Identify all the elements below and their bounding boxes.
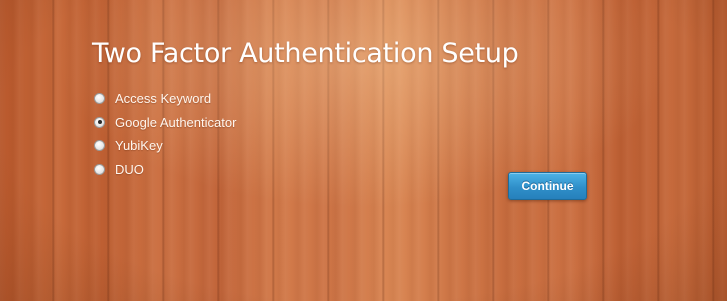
two-factor-method-options: Access Keyword Google Authenticator Yubi… bbox=[94, 87, 236, 181]
option-label-duo: DUO bbox=[115, 161, 144, 177]
continue-button[interactable]: Continue bbox=[508, 172, 587, 200]
option-label-yubikey: YubiKey bbox=[115, 138, 163, 154]
page-title: Two Factor Authentication Setup bbox=[92, 38, 519, 69]
option-label-google-authenticator: Google Authenticator bbox=[115, 114, 237, 130]
radio-google-authenticator[interactable] bbox=[94, 116, 105, 128]
option-google-authenticator[interactable]: Google Authenticator bbox=[94, 111, 236, 135]
radio-duo[interactable] bbox=[94, 163, 105, 175]
option-access-keyword[interactable]: Access Keyword bbox=[94, 87, 236, 111]
option-duo[interactable]: DUO bbox=[94, 158, 236, 182]
option-yubikey[interactable]: YubiKey bbox=[94, 134, 236, 158]
radio-access-keyword[interactable] bbox=[94, 93, 105, 105]
option-label-access-keyword: Access Keyword bbox=[115, 91, 212, 107]
radio-yubikey[interactable] bbox=[94, 140, 105, 152]
